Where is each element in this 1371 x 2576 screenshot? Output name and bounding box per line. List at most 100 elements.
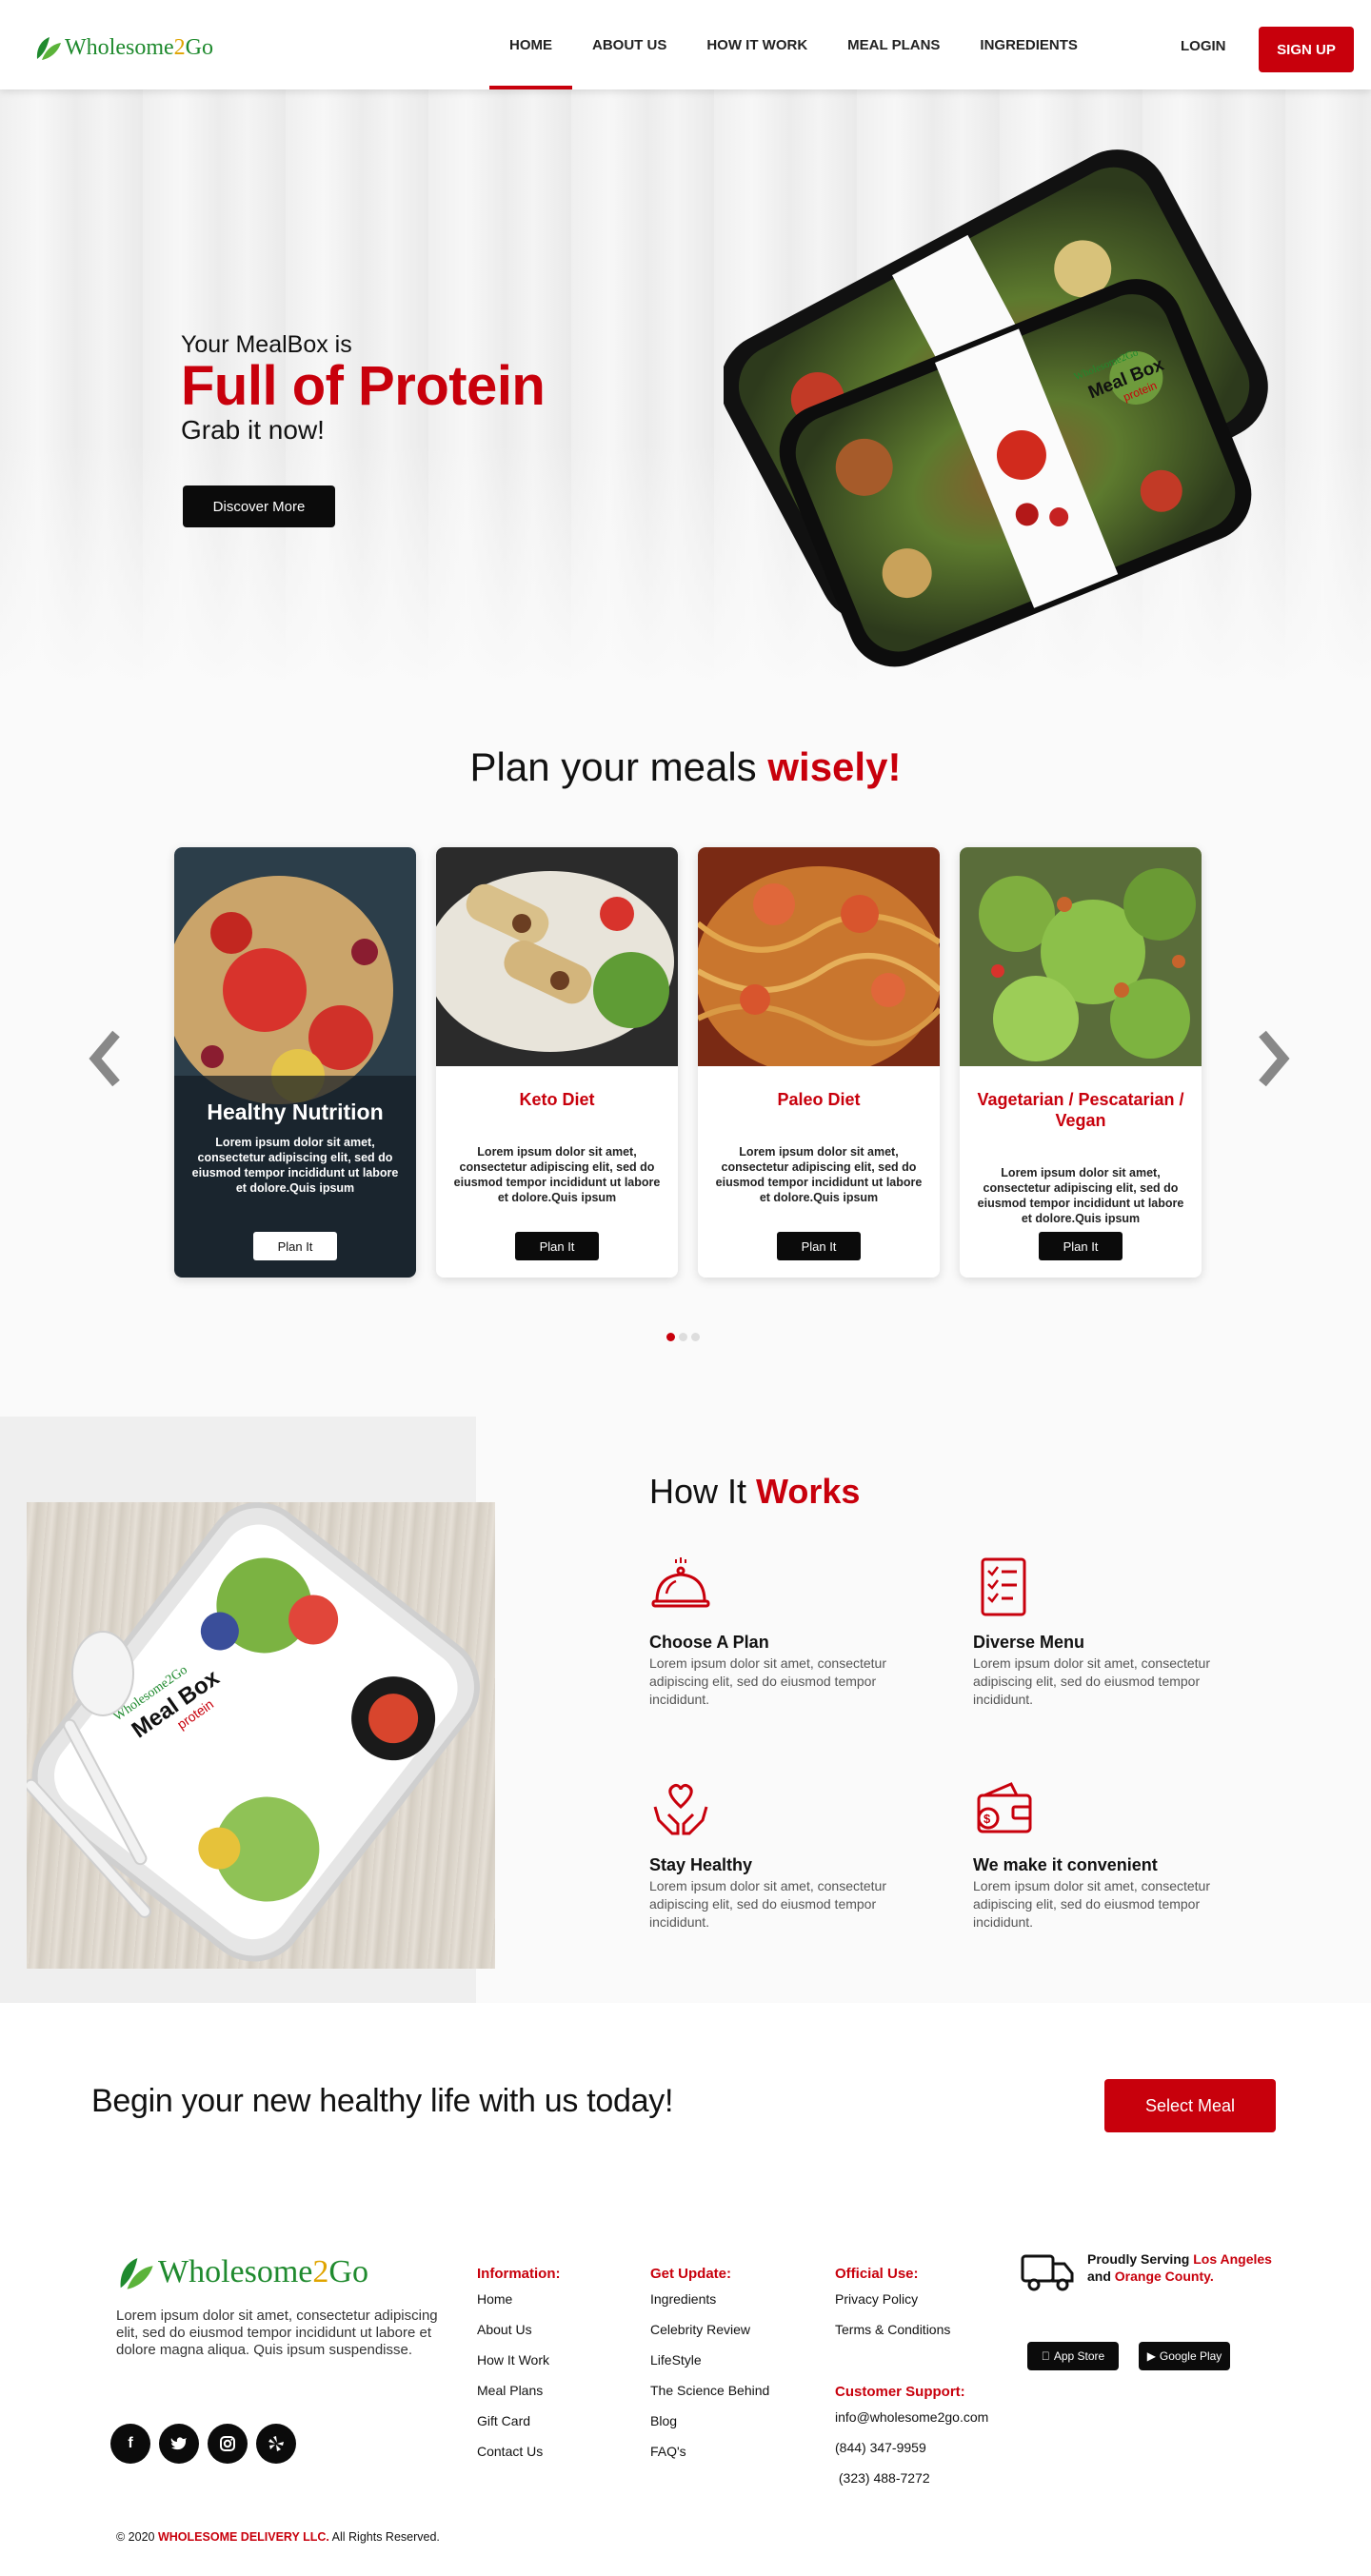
meal-box-image: Wholesome2Go Meal Box protein xyxy=(720,147,1295,680)
nav-home[interactable]: HOME xyxy=(489,0,572,89)
footer-link-how[interactable]: How It Work xyxy=(477,2352,561,2383)
nav-about-us[interactable]: ABOUT US xyxy=(572,0,686,89)
feature-desc: Lorem ipsum dolor sit amet, consectetur … xyxy=(973,1655,1210,1707)
card-image xyxy=(174,847,416,1278)
carousel-dot[interactable] xyxy=(679,1333,687,1341)
hero-title: Full of Protein xyxy=(181,355,546,417)
plan-it-button[interactable]: Plan It xyxy=(777,1232,861,1260)
signup-button[interactable]: SIGN UP xyxy=(1259,27,1354,72)
feature-choose-plan: Choose A Plan Lorem ipsum dolor sit amet… xyxy=(649,1556,897,1709)
card-description: Lorem ipsum dolor sit amet, consectetur … xyxy=(977,1166,1184,1225)
how-it-works-section: Wholesome2Go Meal Box protein How It Wor… xyxy=(0,1417,1371,2003)
plan-card-vegetarian[interactable]: Vagetarian / Pescatarian / Vegan Lorem i… xyxy=(960,847,1202,1278)
serving-area: Proudly Serving Los Angeles and Orange C… xyxy=(1021,2250,1306,2292)
feature-title: Choose A Plan xyxy=(649,1633,769,1652)
brand-logo[interactable]: Wholesome2Go xyxy=(34,34,213,61)
carousel-dots xyxy=(666,1333,700,1341)
leaf-logo-icon xyxy=(120,2258,153,2289)
footer-link-celebrity[interactable]: Celebrity Review xyxy=(650,2322,769,2352)
nav-links: HOME ABOUT US HOW IT WORK MEAL PLANS ING… xyxy=(489,0,1098,89)
nav-meal-plans[interactable]: MEAL PLANS xyxy=(827,0,960,89)
apple-icon:  xyxy=(1042,2349,1050,2363)
feature-title: We make it convenient xyxy=(973,1855,1158,1874)
plan-card-paleo-diet[interactable]: Paleo Diet Lorem ipsum dolor sit amet, c… xyxy=(698,847,940,1278)
footer-link-contact[interactable]: Contact Us xyxy=(477,2444,561,2474)
support-email[interactable]: info@wholesome2go.com xyxy=(835,2409,988,2440)
meal-box-illustration: Wholesome2Go Meal Box protein xyxy=(720,149,1268,667)
feature-desc: Lorem ipsum dolor sit amet, consectetur … xyxy=(973,1878,1210,1930)
nav-how-it-work[interactable]: HOW IT WORK xyxy=(686,0,827,89)
footer-col-title: Official Use: xyxy=(835,2266,919,2282)
card-title: Healthy Nutrition xyxy=(207,1100,384,1124)
play-icon: ▶ xyxy=(1146,2349,1156,2363)
carousel-next-icon[interactable] xyxy=(1253,1030,1291,1087)
plan-card-healthy-nutrition[interactable]: Healthy Nutrition Lorem ipsum dolor sit … xyxy=(174,847,416,1278)
heart-hands-icon xyxy=(653,1784,708,1835)
footer-link-plans[interactable]: Meal Plans xyxy=(477,2383,561,2413)
google-play-badge[interactable]: ▶ Google Play xyxy=(1139,2342,1230,2370)
plan-card-keto-diet[interactable]: Keto Diet Lorem ipsum dolor sit amet, co… xyxy=(436,847,678,1278)
plan-title: Plan your meals wisely! xyxy=(469,744,902,789)
card-title: Vagetarian / Pescatarian / Vegan xyxy=(977,1090,1184,1130)
wallet-icon: $ xyxy=(977,1782,1032,1833)
support-phone-1[interactable]: (844) 347-9959 xyxy=(835,2440,988,2470)
meal-box-photo: Wholesome2Go Meal Box protein xyxy=(24,1502,495,1969)
footer-link-lifestyle[interactable]: LifeStyle xyxy=(650,2352,769,2383)
card-description: Lorem ipsum dolor sit amet, consectetur … xyxy=(715,1145,923,1204)
top-navbar: Wholesome2Go HOME ABOUT US HOW IT WORK M… xyxy=(0,0,1371,89)
footer-link-home[interactable]: Home xyxy=(477,2291,561,2322)
discover-more-button[interactable]: Discover More xyxy=(183,485,335,527)
social-links: f xyxy=(110,2424,296,2464)
nav-ingredients[interactable]: INGREDIENTS xyxy=(960,0,1098,89)
plan-it-button[interactable]: Plan It xyxy=(253,1232,337,1260)
cta-section: Begin your new healthy life with us toda… xyxy=(0,2003,1371,2209)
footer-link-privacy[interactable]: Privacy Policy xyxy=(835,2291,950,2322)
footer-information: Information: Home About Us How It Work M… xyxy=(477,2266,561,2474)
footer: Wholesome2Go Lorem ipsum dolor sit amet,… xyxy=(0,2209,1371,2576)
app-store-badge[interactable]: App Store xyxy=(1027,2342,1119,2370)
footer-col-title: Get Update: xyxy=(650,2266,732,2282)
plan-it-button[interactable]: Plan It xyxy=(515,1232,599,1260)
footer-link-gift[interactable]: Gift Card xyxy=(477,2413,561,2444)
login-link[interactable]: LOGIN xyxy=(1181,38,1226,54)
menu-list-icon xyxy=(981,1557,1026,1616)
select-meal-button[interactable]: Select Meal xyxy=(1104,2079,1276,2132)
card-title: Keto Diet xyxy=(519,1090,595,1109)
card-image xyxy=(436,847,678,1066)
footer-link-terms[interactable]: Terms & Conditions xyxy=(835,2322,950,2352)
carousel-dot[interactable] xyxy=(691,1333,700,1341)
svg-text:$: $ xyxy=(984,1812,991,1826)
footer-link-faq[interactable]: FAQ's xyxy=(650,2444,769,2474)
hero-tagline: Grab it now! xyxy=(181,415,325,445)
leaf-logo-icon xyxy=(36,37,61,60)
brand-name: Wholesome2Go xyxy=(158,2254,368,2289)
footer-link-ingredients[interactable]: Ingredients xyxy=(650,2291,769,2322)
brand-name: Wholesome2Go xyxy=(65,34,213,60)
delivery-truck-icon xyxy=(1021,2254,1074,2291)
carousel-dot[interactable] xyxy=(666,1333,675,1341)
support-phone-2[interactable]: (323) 488-7272 xyxy=(835,2470,988,2501)
footer-link-about[interactable]: About Us xyxy=(477,2322,561,2352)
footer-support: Customer Support: info@wholesome2go.com … xyxy=(835,2384,988,2501)
footer-link-blog[interactable]: Blog xyxy=(650,2413,769,2444)
carousel-prev-icon[interactable] xyxy=(88,1030,126,1087)
plan-section: Plan your meals wisely! Healthy Nutritio… xyxy=(0,689,1371,1417)
feature-stay-healthy: Stay Healthy Lorem ipsum dolor sit amet,… xyxy=(649,1778,897,1932)
plan-it-button[interactable]: Plan It xyxy=(1039,1232,1123,1260)
cloche-icon xyxy=(651,1557,710,1608)
card-description: Lorem ipsum dolor sit amet, consectetur … xyxy=(191,1136,399,1195)
serving-text: Proudly Serving Los Angeles and Orange C… xyxy=(1087,2251,1272,2284)
card-title: Paleo Diet xyxy=(777,1090,861,1109)
yelp-icon[interactable] xyxy=(256,2424,296,2464)
footer-link-science[interactable]: The Science Behind xyxy=(650,2383,769,2413)
footer-col-title: Customer Support: xyxy=(835,2384,965,2400)
twitter-icon[interactable] xyxy=(159,2424,199,2464)
instagram-icon[interactable] xyxy=(208,2424,248,2464)
feature-desc: Lorem ipsum dolor sit amet, consectetur … xyxy=(649,1655,886,1707)
footer-logo[interactable]: Wholesome2Go xyxy=(116,2254,368,2290)
facebook-icon[interactable]: f xyxy=(110,2424,150,2464)
feature-title: Stay Healthy xyxy=(649,1855,753,1874)
card-image xyxy=(960,847,1202,1066)
cta-text: Begin your new healthy life with us toda… xyxy=(91,2083,674,2119)
footer-about: Lorem ipsum dolor sit amet, consectetur … xyxy=(116,2308,438,2358)
